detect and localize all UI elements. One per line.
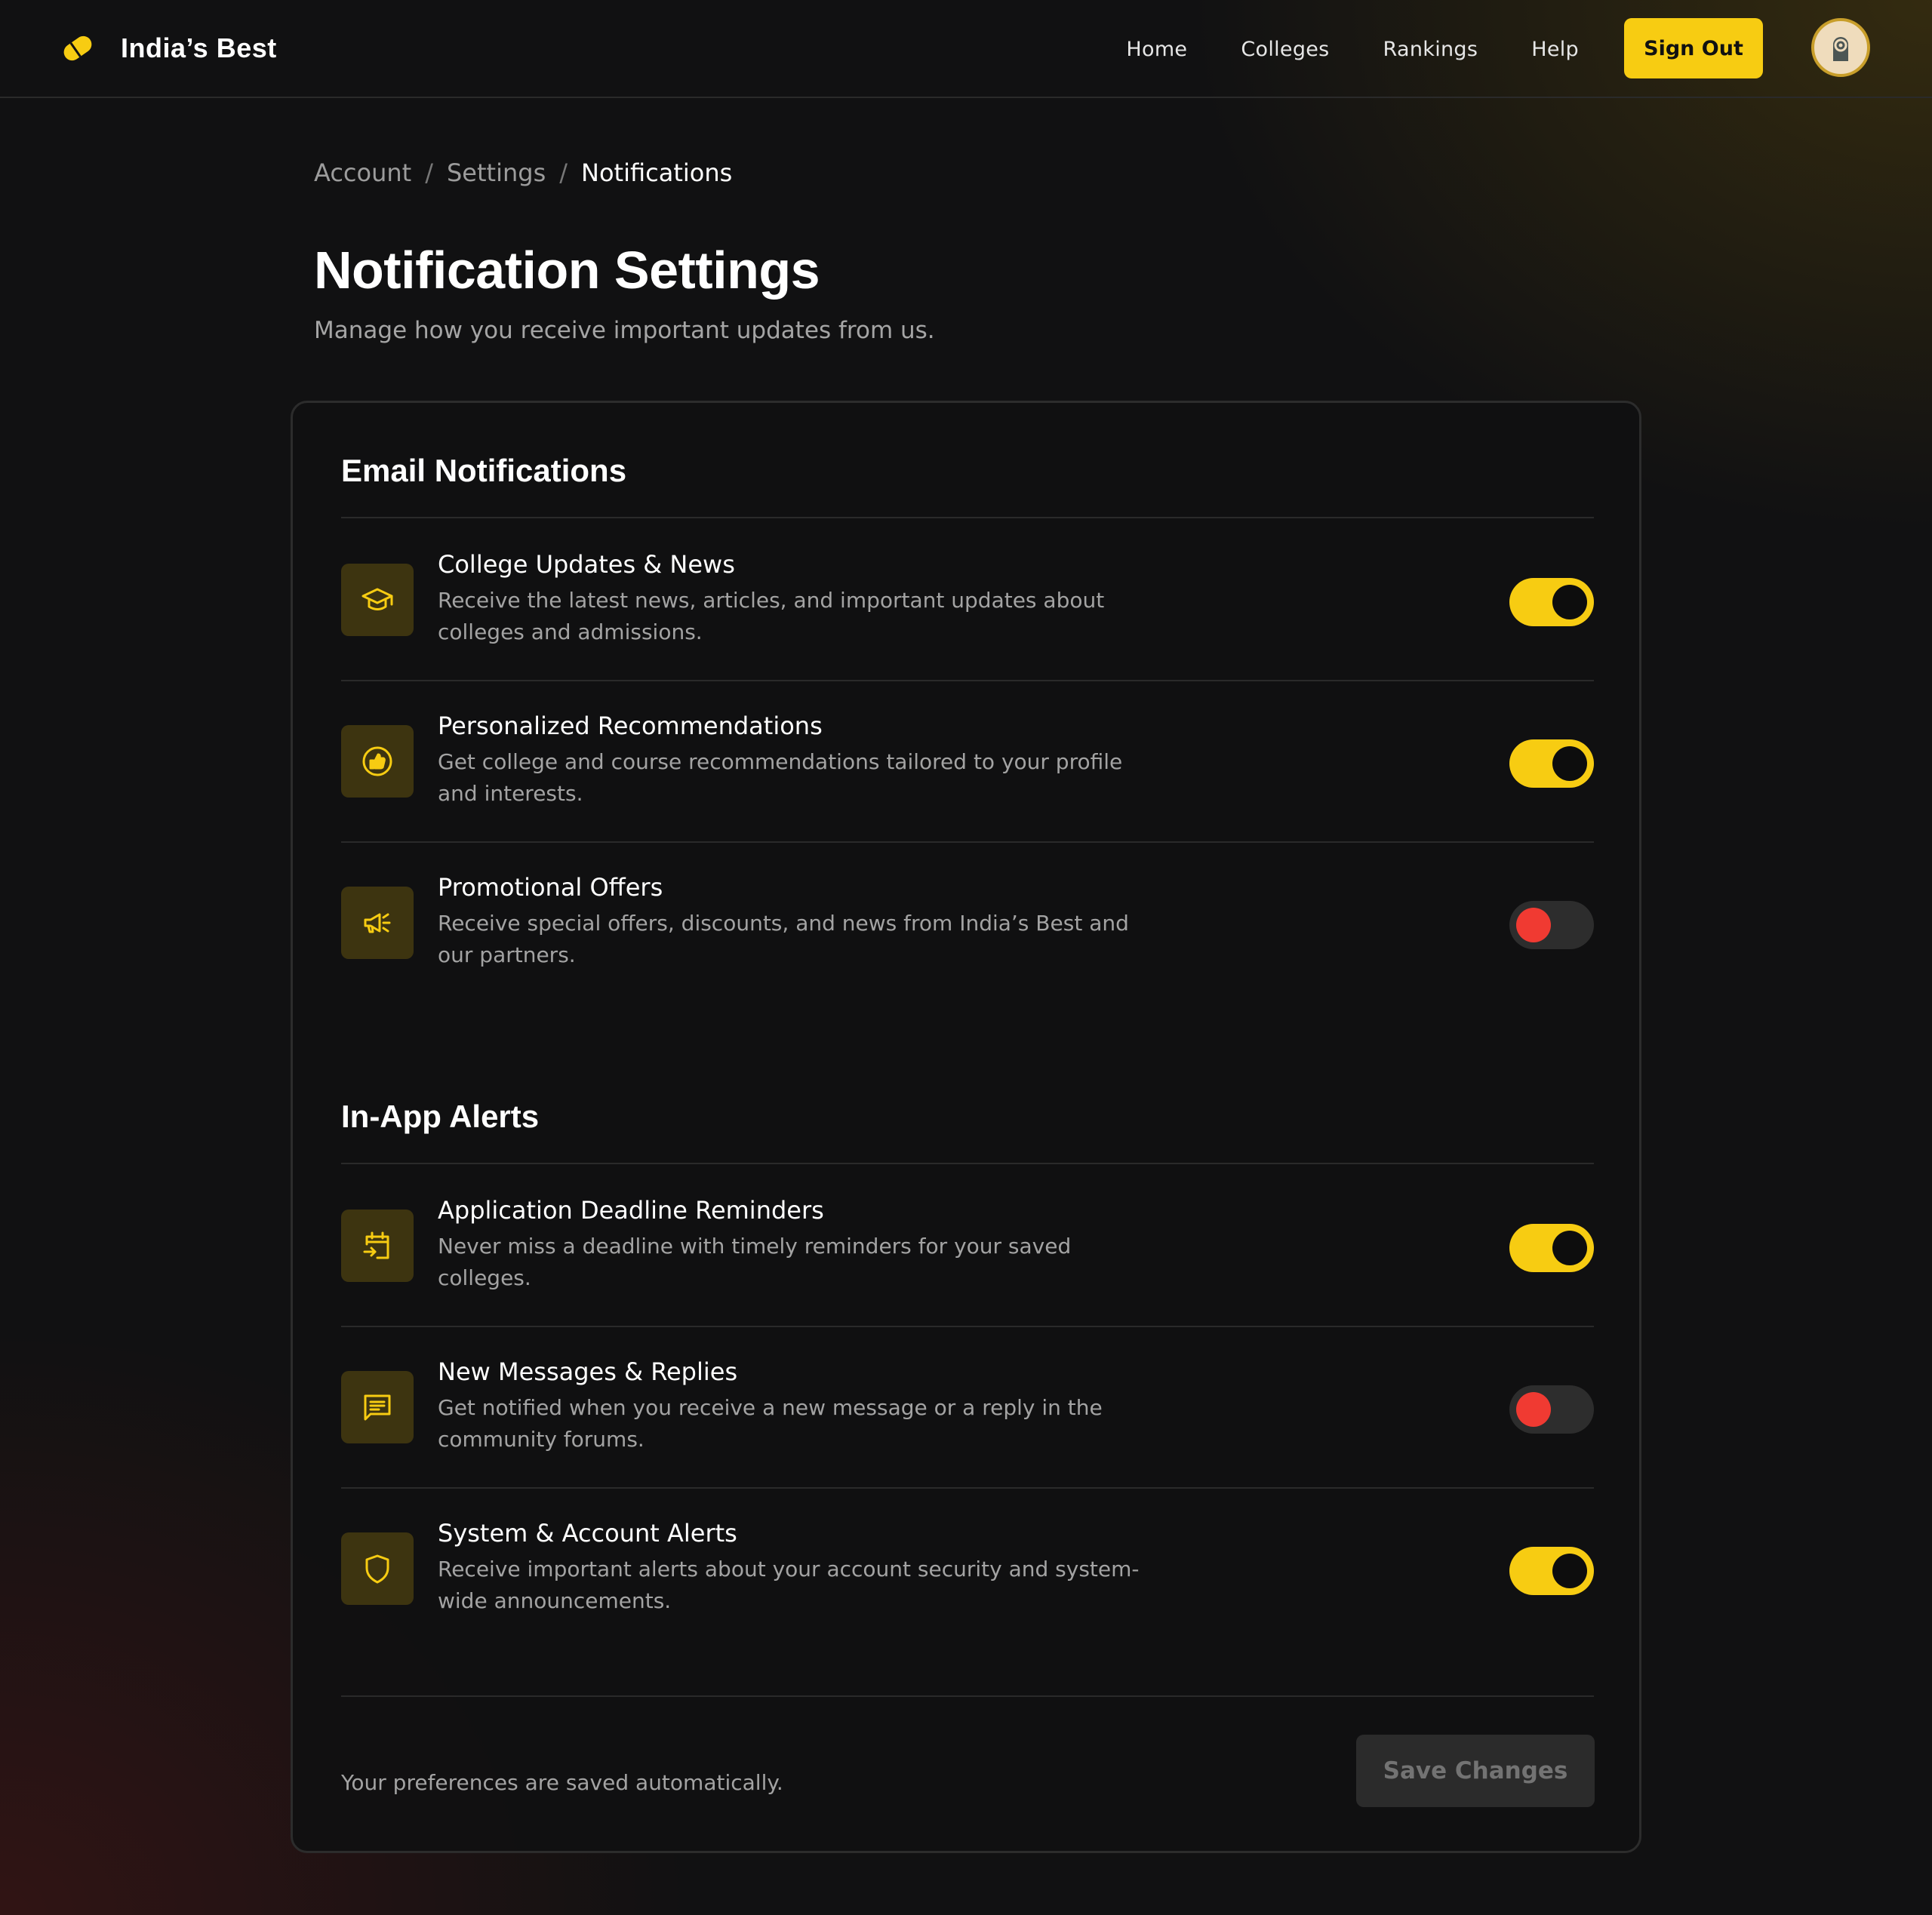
- message-icon: [341, 1371, 414, 1443]
- breadcrumb-separator: /: [559, 158, 568, 187]
- megaphone-icon: [341, 887, 414, 959]
- avatar[interactable]: [1811, 18, 1870, 77]
- toggle-recommendations[interactable]: [1509, 739, 1594, 788]
- graduation-cap-icon: [341, 564, 414, 636]
- sign-out-button[interactable]: Sign Out: [1624, 18, 1763, 78]
- shield-icon: [341, 1532, 414, 1605]
- nav-link-help[interactable]: Help: [1531, 38, 1579, 61]
- section-title-in-app: In-App Alerts: [341, 1099, 540, 1134]
- setting-description: Receive important alerts about your acco…: [438, 1557, 1140, 1613]
- setting-title: Personalized Recommendations: [438, 712, 823, 740]
- setting-row-system-alerts: System & Account Alerts Receive importan…: [341, 1487, 1594, 1649]
- toggle-system-alerts[interactable]: [1509, 1547, 1594, 1595]
- toggle-messages[interactable]: [1509, 1385, 1594, 1434]
- autosave-note: Your preferences are saved automatically…: [341, 1770, 783, 1795]
- setting-description: Get notified when you receive a new mess…: [438, 1395, 1103, 1452]
- setting-title: Application Deadline Reminders: [438, 1196, 824, 1225]
- toggle-deadline-reminders[interactable]: [1509, 1224, 1594, 1272]
- notification-settings-card: Email Notifications College Updates & Ne…: [291, 401, 1641, 1853]
- breadcrumb: Account / Settings / Notifications: [314, 158, 732, 187]
- setting-description: Receive special offers, discounts, and n…: [438, 911, 1129, 967]
- nav-link-home[interactable]: Home: [1126, 38, 1187, 61]
- setting-row-promotional-offers: Promotional Offers Receive special offer…: [341, 841, 1594, 1003]
- user-avatar-icon: [1833, 37, 1848, 61]
- toggle-college-updates[interactable]: [1509, 578, 1594, 626]
- thumbs-up-icon: [341, 725, 414, 798]
- breadcrumb-separator: /: [425, 158, 433, 187]
- setting-row-recommendations: Personalized Recommendations Get college…: [341, 680, 1594, 841]
- section-title-email: Email Notifications: [341, 453, 627, 488]
- ticket-icon: [63, 35, 92, 61]
- calendar-icon: [341, 1210, 414, 1282]
- setting-description: Never miss a deadline with timely remind…: [438, 1234, 1072, 1290]
- setting-description: Get college and course recommendations t…: [438, 749, 1123, 806]
- toggle-knob: [1552, 1231, 1587, 1265]
- toggle-knob: [1516, 1392, 1551, 1427]
- footer-divider: [341, 1695, 1594, 1697]
- breadcrumb-settings[interactable]: Settings: [447, 158, 546, 187]
- brand-name: India’s Best: [121, 32, 277, 63]
- setting-description: Receive the latest news, articles, and i…: [438, 588, 1105, 644]
- brand[interactable]: India’s Best: [60, 29, 277, 68]
- setting-title: College Updates & News: [438, 550, 735, 579]
- setting-row-deadline-reminders: Application Deadline Reminders Never mis…: [341, 1164, 1594, 1326]
- breadcrumb-notifications: Notifications: [581, 158, 733, 187]
- nav-link-colleges[interactable]: Colleges: [1241, 38, 1329, 61]
- main-nav: Home Colleges Rankings Help: [1126, 30, 1579, 68]
- setting-title: System & Account Alerts: [438, 1519, 737, 1548]
- setting-title: Promotional Offers: [438, 873, 663, 902]
- toggle-knob: [1552, 746, 1587, 781]
- page-subtitle: Manage how you receive important updates…: [314, 317, 935, 344]
- nav-link-rankings[interactable]: Rankings: [1383, 38, 1478, 61]
- setting-title: New Messages & Replies: [438, 1357, 738, 1386]
- toggle-knob: [1552, 585, 1587, 619]
- setting-row-college-updates: College Updates & News Receive the lates…: [341, 518, 1594, 680]
- page-title: Notification Settings: [314, 241, 820, 300]
- top-navigation-bar: India’s Best Home Colleges Rankings Help…: [0, 0, 1932, 98]
- toggle-knob: [1552, 1554, 1587, 1588]
- save-changes-button[interactable]: Save Changes: [1356, 1735, 1595, 1807]
- toggle-promotional-offers[interactable]: [1509, 901, 1594, 949]
- toggle-knob: [1516, 908, 1551, 942]
- breadcrumb-account[interactable]: Account: [314, 158, 411, 187]
- setting-row-messages: New Messages & Replies Get notified when…: [341, 1326, 1594, 1487]
